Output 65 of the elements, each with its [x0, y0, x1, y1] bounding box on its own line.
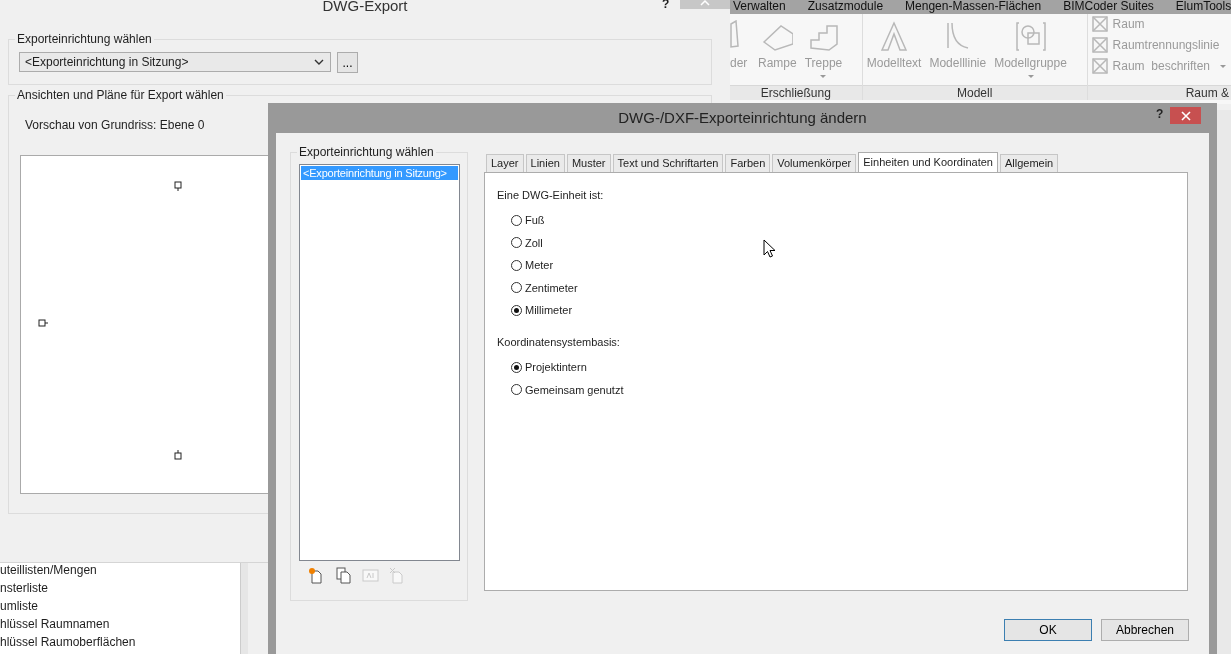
ribbon-panel-label: Erschließung: [730, 85, 862, 100]
radio-option[interactable]: Meter: [511, 256, 1187, 274]
new-document-icon: [308, 567, 325, 584]
cursor-icon: [763, 239, 776, 259]
radio-option[interactable]: Zentimeter: [511, 278, 1187, 297]
browser-item[interactable]: nsterliste: [0, 580, 240, 598]
section-label: Eine DWG-Einheit ist:: [497, 189, 605, 203]
view-marker-icon: [174, 450, 185, 461]
toolbar-button[interactable]: [335, 567, 352, 584]
dialog-button[interactable]: OK: [1004, 619, 1092, 641]
ribbon-tab[interactable]: ElumTools: [1175, 0, 1231, 14]
close-button[interactable]: [1170, 107, 1201, 124]
radio-button[interactable]: [511, 237, 522, 248]
view-marker-icon: [38, 318, 49, 329]
delete-document-icon: [389, 567, 406, 584]
radio-button[interactable]: [511, 282, 522, 293]
tab[interactable]: Layer: [486, 154, 524, 172]
copy-icon: [335, 567, 352, 584]
radio-button[interactable]: [511, 304, 522, 316]
radio-option[interactable]: Fuß: [511, 211, 1187, 229]
crossed-square-icon: [1091, 58, 1108, 74]
browser-item[interactable]: hlüssel Raumnamen: [0, 616, 240, 634]
ribbon-panel-label: Raum &: [1087, 85, 1231, 100]
ribbon-panel-label: Modell: [862, 85, 1087, 100]
radio-button[interactable]: [511, 361, 522, 373]
rename-icon: [362, 567, 379, 584]
group-label: Exporteinrichtung wählen: [297, 145, 436, 159]
section-label: Koordinatensystembasis:: [497, 336, 621, 350]
help-button[interactable]: ?: [662, 0, 670, 11]
ribbon-tab[interactable]: Verwalten: [733, 0, 786, 14]
window-title: DWG-Export: [322, 0, 408, 14]
tab[interactable]: Einheiten und Koordinaten: [858, 152, 998, 173]
browser-item[interactable]: umliste: [0, 598, 240, 616]
ribbon-tab[interactable]: Zusatzmodule: [807, 0, 884, 14]
cut-off-icon: [730, 20, 739, 48]
radio-option[interactable]: Millimeter: [511, 301, 1187, 319]
radio-option[interactable]: Projektintern: [511, 358, 1187, 376]
tab[interactable]: Volumenkörper: [772, 154, 857, 172]
radio-option[interactable]: Gemeinsam genutzt: [511, 380, 1187, 399]
radio-button[interactable]: [511, 384, 522, 395]
radio-button[interactable]: [511, 214, 522, 226]
ribbon-tab[interactable]: BIMCoder Suites: [1063, 0, 1154, 14]
group-label: Ansichten und Pläne für Export wählen: [15, 88, 226, 102]
bracketed-shapes-icon: [1014, 20, 1047, 52]
radio-button[interactable]: [511, 259, 522, 271]
browser-item[interactable]: uteillisten/Mengen: [0, 562, 240, 580]
crossed-square-icon: [1091, 16, 1108, 32]
window-title: DWG-/DXF-Exporteinrichtung ändern: [618, 109, 867, 126]
tab[interactable]: Linien: [525, 154, 565, 172]
toolbar-button[interactable]: [308, 567, 325, 584]
browser-item[interactable]: hlüssel Raumoberflächen: [0, 634, 240, 652]
radio-option[interactable]: Zoll: [511, 233, 1187, 252]
ribbon-tab[interactable]: Mengen-Massen-Flächen: [905, 0, 1042, 14]
tab[interactable]: Farben: [725, 154, 771, 172]
tab[interactable]: Allgemein: [999, 154, 1059, 172]
chevron-down-icon: [314, 59, 324, 65]
view-marker-icon: [174, 181, 185, 192]
help-button[interactable]: ?: [1156, 99, 1164, 129]
crossed-square-icon: [1091, 37, 1108, 53]
tab[interactable]: Text und Schriftarten: [612, 154, 724, 172]
tab[interactable]: Muster: [566, 154, 611, 172]
browse-button[interactable]: ...: [337, 52, 358, 73]
dropdown[interactable]: <Exporteinrichtung in Sitzung>: [19, 52, 331, 72]
group-label: Exporteinrichtung wählen: [15, 32, 154, 46]
dialog-button[interactable]: Abbrechen: [1101, 619, 1189, 641]
